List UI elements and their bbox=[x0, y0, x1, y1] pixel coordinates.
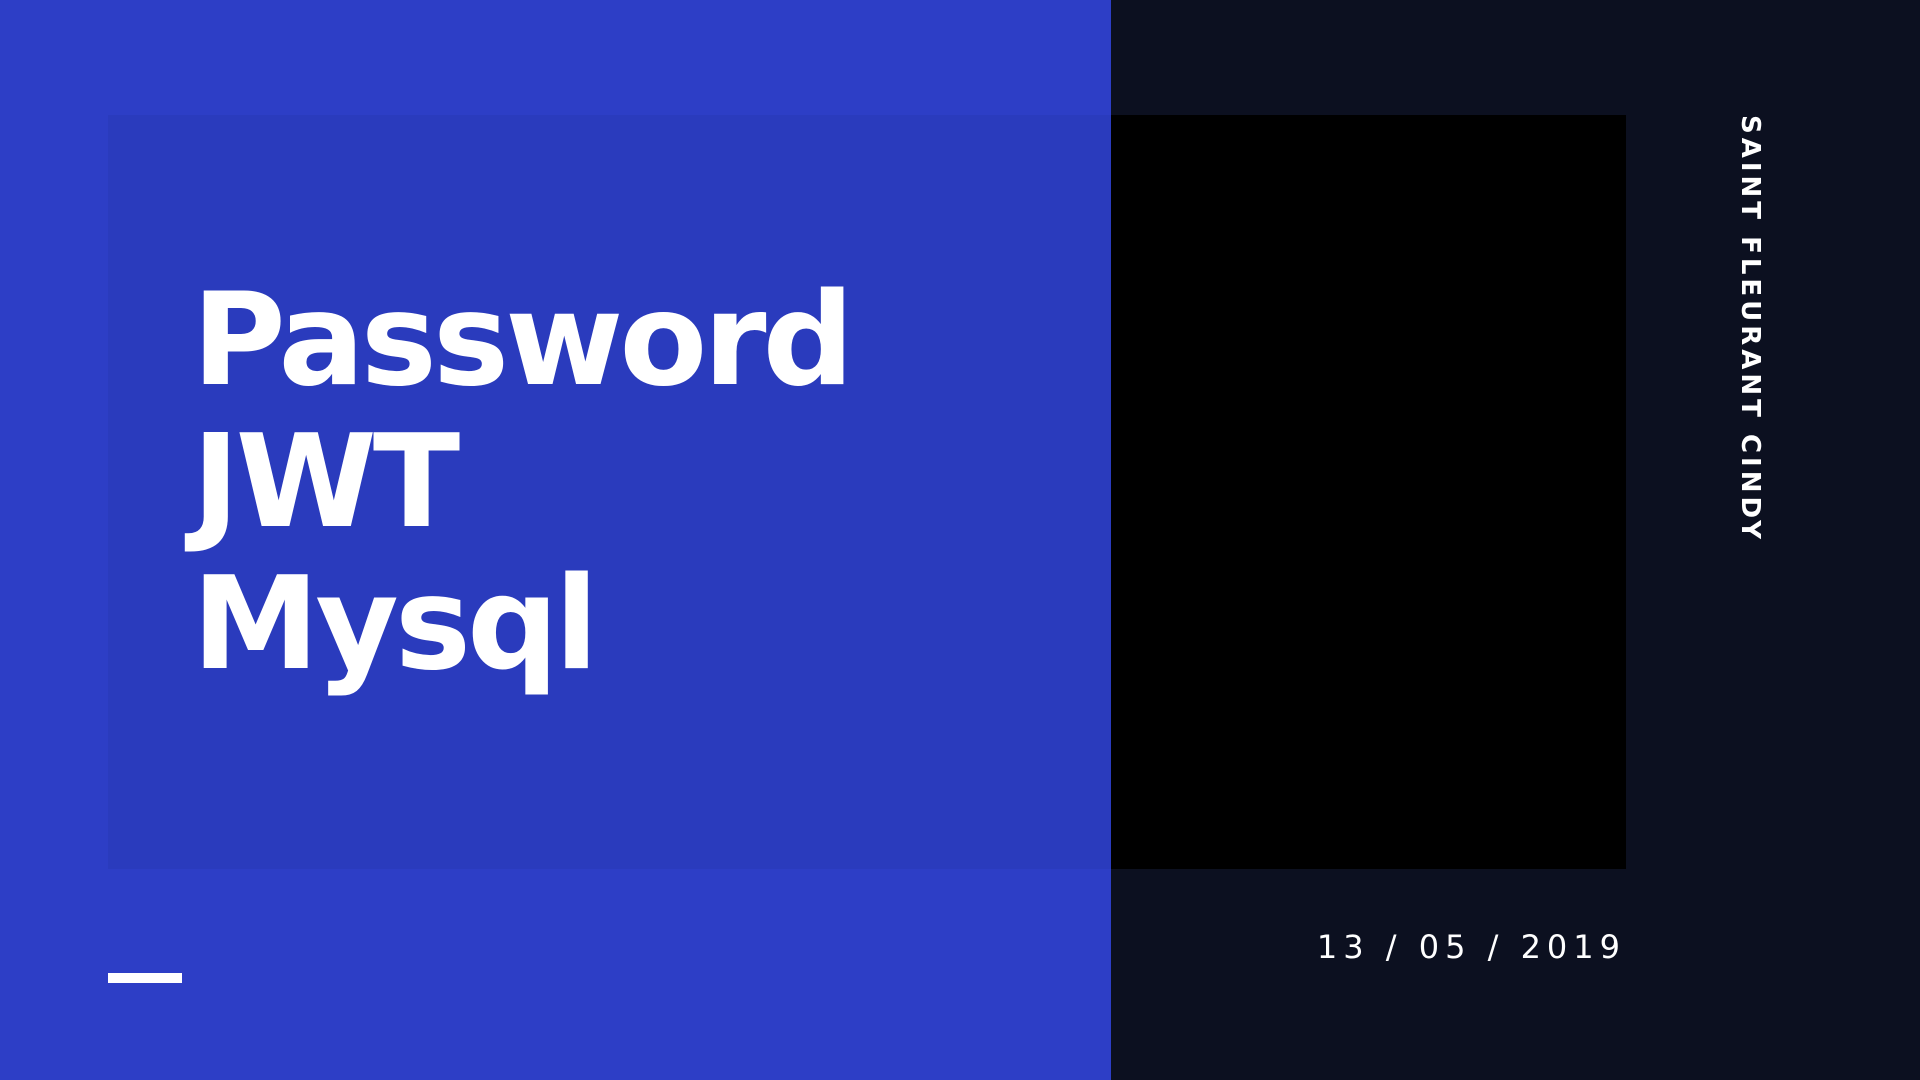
slide-date: 13 / 05 / 2019 bbox=[1316, 928, 1626, 966]
accent-dash bbox=[108, 973, 182, 983]
author-name: SAINT FLEURANT CINDY bbox=[1735, 115, 1765, 543]
image-placeholder bbox=[1111, 115, 1626, 869]
slide-title: Password JWT Mysql bbox=[192, 266, 854, 699]
title-line-password: Password bbox=[192, 266, 854, 415]
title-slide: Password JWT Mysql SAINT FLEURANT CINDY … bbox=[0, 0, 1920, 1080]
title-line-mysql: Mysql bbox=[192, 550, 599, 699]
title-line-jwt: JWT bbox=[192, 408, 460, 557]
